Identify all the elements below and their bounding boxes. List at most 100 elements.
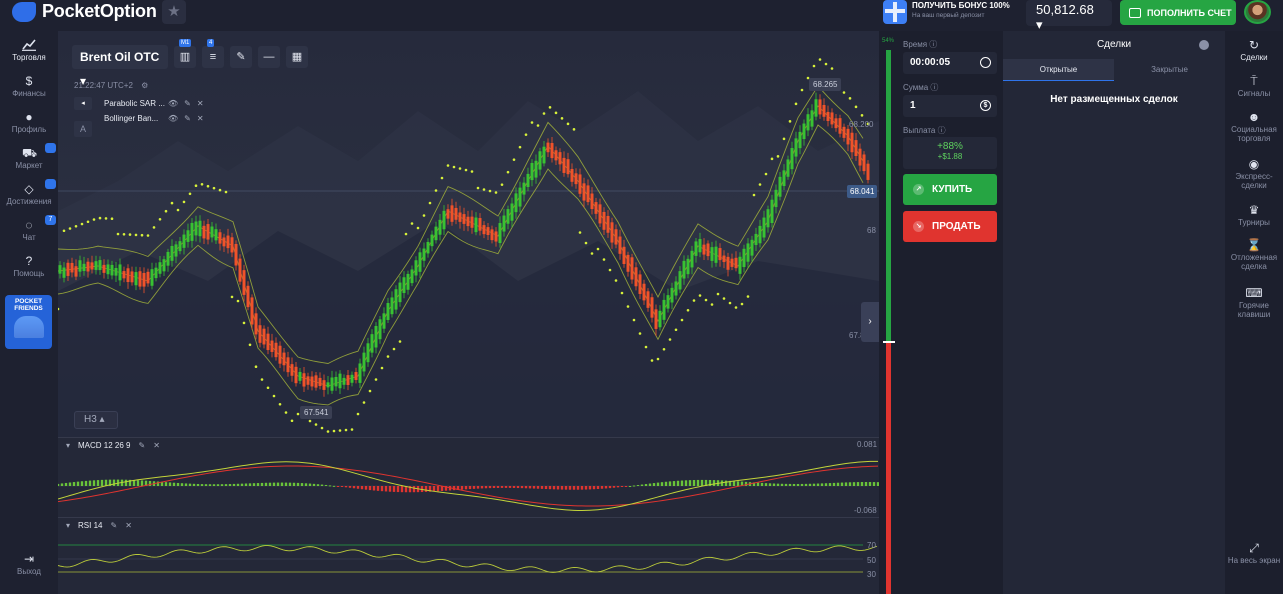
sidebar-item-profile[interactable]: ● Профиль	[0, 111, 58, 134]
macd-histogram-bar	[840, 482, 844, 486]
macd-histogram-bar	[604, 486, 608, 489]
candle-body	[390, 297, 394, 315]
macd-histogram-bar	[864, 482, 868, 486]
layout-button[interactable]: ▦	[286, 46, 308, 68]
collapse-panel-button[interactable]: ›	[861, 302, 879, 342]
candle-body	[522, 182, 526, 195]
indicator-actions[interactable]: 👁✎✕	[168, 114, 210, 123]
keyboard-icon: ⌨	[1245, 286, 1263, 300]
pocket-friends-banner[interactable]: POCKET FRIENDS	[5, 295, 52, 349]
parabolic-sar-dot	[134, 233, 138, 237]
deals-title: Сделки	[1096, 39, 1132, 50]
right-item-signals[interactable]: ⍑ Сигналы	[1225, 75, 1283, 98]
favorite-star-icon[interactable]: ★	[162, 0, 186, 24]
sell-button[interactable]: ↘ ПРОДАТЬ	[903, 211, 997, 242]
macd-histogram-bar	[124, 479, 128, 486]
amount-input[interactable]: 1 $	[903, 95, 997, 117]
macd-histogram-bar	[432, 486, 436, 492]
edit-icon[interactable]: ✎	[110, 521, 117, 530]
candle-body	[722, 255, 726, 263]
settings-gear-icon[interactable]: ⚙	[141, 81, 148, 90]
right-item-express[interactable]: ◉ Экспресс-сделки	[1225, 158, 1283, 190]
rsi-axis-label: 50	[867, 556, 876, 565]
balance-selector[interactable]: 50,812.68 ▾	[1026, 0, 1112, 32]
indicator-name: Bollinger Ban...	[104, 114, 159, 123]
price-chart[interactable]: Brent Oil OTC ▾ M1 ▥ 4 ≡ ✎ — ▦ 21:22:47 …	[58, 31, 879, 438]
macd-histogram-bar	[852, 482, 856, 486]
parabolic-sar-dot	[404, 232, 408, 236]
candle-body	[746, 243, 750, 262]
close-icon[interactable]: ✕	[153, 441, 160, 450]
candle-body	[834, 118, 838, 129]
macd-histogram-bar	[256, 483, 260, 486]
drawing-tools-button[interactable]: ✎	[230, 46, 252, 68]
macd-histogram-bar	[140, 480, 144, 486]
macd-histogram-bar	[200, 484, 204, 486]
parabolic-sar-dot	[278, 402, 282, 406]
bonus-banner[interactable]: ПОЛУЧИТЬ БОНУС 100% На ваш первый депози…	[883, 0, 1016, 26]
parabolic-sar-dot	[368, 389, 372, 393]
right-item-deals[interactable]: ↻ Сделки	[1225, 39, 1283, 62]
time-input[interactable]: 00:00:05	[903, 52, 997, 74]
right-item-social-trading[interactable]: ☻ Социальная торговля	[1225, 111, 1283, 143]
timeframe-button[interactable]: H3 ▴	[74, 411, 118, 429]
parabolic-sar-dot	[662, 347, 666, 351]
price-axis-label: 68	[867, 226, 876, 235]
candle-body	[58, 265, 62, 274]
candle-body	[438, 219, 442, 235]
macd-histogram-bar	[276, 482, 280, 486]
sidebar-item-finance[interactable]: $ Финансы	[0, 75, 58, 98]
deposit-button[interactable]: ПОПОЛНИТЬ СЧЕТ	[1120, 0, 1236, 25]
line-tool-button[interactable]: —	[258, 46, 280, 68]
candle-body	[202, 225, 206, 239]
candle-body	[362, 352, 366, 372]
caret-down-icon[interactable]: ▾	[66, 441, 70, 450]
macd-histogram-bar	[136, 480, 140, 486]
indicator-actions[interactable]: 👁✎✕	[168, 99, 210, 108]
auto-scale-button[interactable]: A	[74, 121, 92, 137]
panel-toggle-icon[interactable]	[1199, 40, 1209, 50]
right-item-fullscreen[interactable]: ⤢ На весь экран	[1225, 542, 1283, 565]
asset-selector[interactable]: Brent Oil OTC ▾	[72, 45, 168, 88]
macd-histogram-bar	[396, 486, 400, 493]
candle-body	[406, 273, 410, 290]
right-item-pending[interactable]: ⌛ Отложенная сделка	[1225, 239, 1283, 271]
indicators-button[interactable]: 4 ≡	[202, 39, 224, 68]
sidebar-item-market[interactable]: ⛟ Маркет	[0, 143, 58, 170]
edit-icon[interactable]: ✎	[138, 441, 145, 450]
chart-area[interactable]: Brent Oil OTC ▾ M1 ▥ 4 ≡ ✎ — ▦ 21:22:47 …	[58, 31, 879, 594]
sidebar-item-trading[interactable]: Торговля	[0, 39, 58, 62]
sidebar-item-achievements[interactable]: ◇ Достижения	[0, 179, 58, 206]
sentiment-percent: 54%	[882, 38, 895, 44]
candle-body	[858, 148, 862, 166]
parabolic-sar-dot	[488, 189, 492, 193]
candle-body	[654, 309, 658, 329]
clock-icon	[980, 57, 991, 68]
sidebar-item-chat[interactable]: 7 ◌ Чат	[0, 215, 58, 242]
parabolic-sar-dot	[230, 295, 234, 299]
tab-closed-deals[interactable]: Закрытые	[1114, 59, 1225, 81]
right-item-hotkeys[interactable]: ⌨ Горячие клавиши	[1225, 287, 1283, 319]
candle-body	[318, 377, 322, 387]
avatar[interactable]	[1244, 0, 1271, 24]
logo[interactable]: PocketOption	[12, 1, 157, 22]
candle-body	[414, 260, 418, 276]
sidebar-item-exit[interactable]: ⇥ Выход	[0, 553, 58, 576]
collapse-toggle[interactable]: ◂	[74, 97, 92, 110]
macd-histogram-bar	[312, 483, 316, 486]
caret-down-icon[interactable]: ▾	[66, 521, 70, 530]
rsi-axis-label: 30	[867, 570, 876, 579]
macd-histogram-bar	[516, 486, 520, 489]
candle-body	[454, 207, 458, 220]
buy-button[interactable]: ↗ КУПИТЬ	[903, 174, 997, 205]
macd-histogram-bar	[296, 482, 300, 486]
timeframe-badge: M1	[179, 39, 192, 47]
macd-histogram-bar	[236, 483, 240, 486]
parabolic-sar-dot	[494, 191, 498, 194]
right-item-tournaments[interactable]: ♛ Турниры	[1225, 204, 1283, 227]
close-icon[interactable]: ✕	[125, 521, 132, 530]
sidebar-item-help[interactable]: ? Помощь	[0, 255, 58, 278]
candle-body	[770, 199, 774, 224]
chart-type-button[interactable]: M1 ▥	[174, 39, 196, 68]
tab-open-deals[interactable]: Открытые	[1003, 59, 1114, 81]
